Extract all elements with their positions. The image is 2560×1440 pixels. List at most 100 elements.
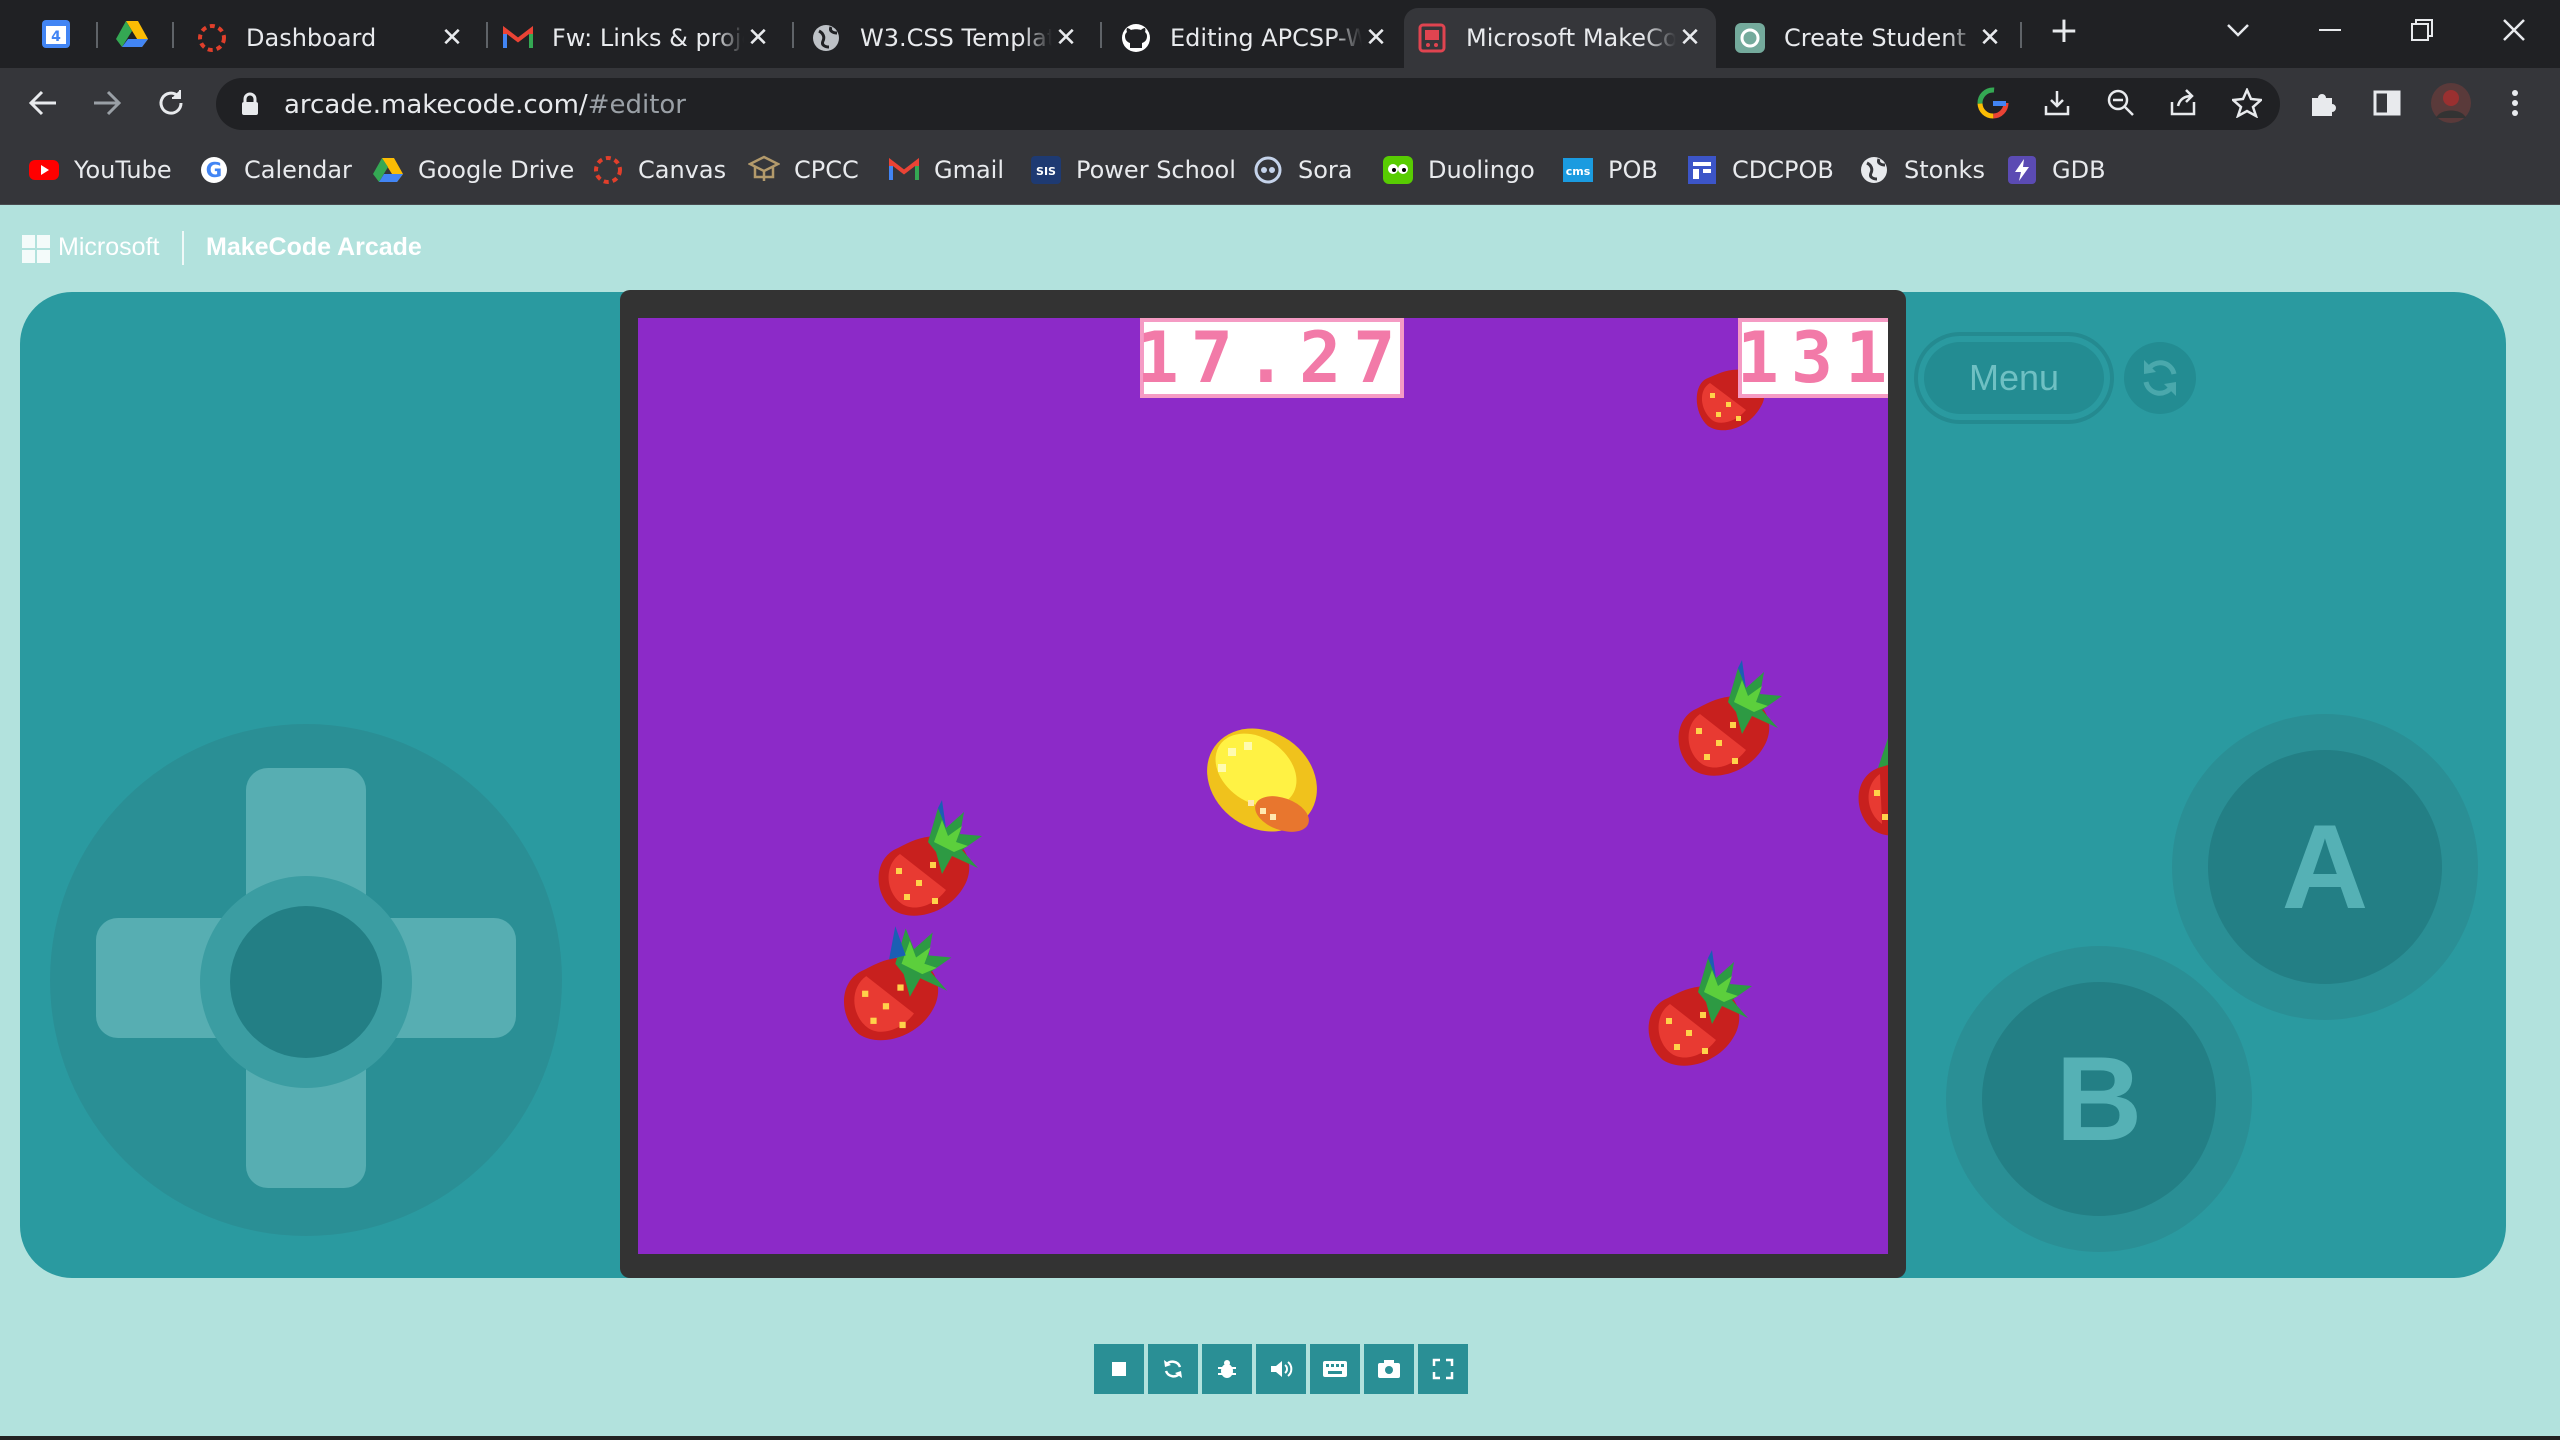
close-tab-icon[interactable]: ✕ [744,23,772,53]
google-icon: G [198,154,230,186]
tab-divider [792,22,794,48]
fullscreen-button[interactable] [1418,1344,1468,1394]
bookmark-calendar[interactable]: G Calendar [198,152,352,188]
tab-dashboard[interactable]: Dashboard ✕ [184,8,478,68]
gmail-icon [502,22,534,54]
strawberry-sprite [878,800,982,916]
bookmark-label: Sora [1298,156,1353,184]
tab-title: Fw: Links & projects [552,24,744,52]
install-app-icon[interactable] [2036,82,2078,124]
score-value: 131 [1736,318,1888,399]
globe-icon [1858,154,1890,186]
pinned-tab-drive[interactable] [112,14,152,54]
lock-icon [242,92,258,115]
close-tab-icon[interactable]: ✕ [1362,23,1390,53]
makecode-arcade-title[interactable]: MakeCode Arcade [206,233,422,262]
bookmark-power-school[interactable]: SIS Power School [1030,152,1236,188]
microsoft-logo-icon [22,235,50,263]
address-bar[interactable]: arcade.makecode.com/#editor [216,78,2280,130]
header-divider [182,231,184,265]
url-host: arcade.makecode.com/ [284,90,588,120]
bookmark-youtube[interactable]: YouTube [28,152,172,188]
tab-strip: 4 Dashboard ✕ Fw: Links & projects ✕ W3.… [0,0,2560,68]
new-tab-icon[interactable]: + [2040,10,2088,51]
tab-title: Editing APCSP-Website [1170,24,1362,52]
close-tab-icon[interactable]: ✕ [1676,23,1704,53]
close-tab-icon[interactable]: ✕ [1976,23,2004,53]
mute-button[interactable] [1256,1344,1306,1394]
bookmarks-bar: YouTube G Calendar Google Drive Canvas C… [0,138,2560,205]
bookmark-label: Stonks [1904,156,1985,184]
makecode-icon [1416,22,1448,54]
tab-gmail[interactable]: Fw: Links & projects ✕ [490,8,784,68]
stop-icon [1112,1362,1126,1376]
close-window-icon[interactable] [2490,10,2538,50]
bookmark-stonks[interactable]: Stonks [1858,152,1985,188]
microsoft-brand[interactable]: Microsoft [58,233,159,262]
bookmark-google-drive[interactable]: Google Drive [372,152,574,188]
forward-icon[interactable] [86,82,128,124]
extensions-icon[interactable] [2302,82,2344,124]
tab-title: Create Student Portfolio [1784,24,1976,52]
tab-chatgpt[interactable]: Create Student Portfolio ✕ [1722,8,2016,68]
a-button[interactable]: A [2208,750,2442,984]
back-icon[interactable] [22,82,64,124]
bookmark-label: CDCPOB [1732,156,1834,184]
bookmark-duolingo[interactable]: Duolingo [1382,152,1535,188]
bookmark-sora[interactable]: Sora [1252,152,1353,188]
bookmark-cpcc[interactable]: CPCC [748,152,859,188]
menu-button[interactable]: Menu [1924,342,2104,414]
sora-icon [1252,154,1284,186]
powerschool-badge: SIS [1036,165,1056,178]
bookmark-star-icon[interactable] [2226,82,2268,124]
tab-makecode[interactable]: Microsoft MakeCode Arcade ✕ [1404,8,1716,68]
pinned-tab-calendar[interactable]: 4 [36,14,76,54]
restart-game-button[interactable] [2124,342,2196,414]
page-bottom-edge [0,1436,2560,1440]
b-button[interactable]: B [1982,982,2216,1216]
stop-button[interactable] [1094,1344,1144,1394]
avatar[interactable] [2430,82,2472,124]
bookmark-canvas[interactable]: Canvas [592,152,726,188]
share-icon[interactable] [2162,82,2204,124]
browser-toolbar: arcade.makecode.com/#editor [0,68,2560,138]
debug-icon [1218,1360,1236,1378]
chrome-menu-icon[interactable] [2494,82,2536,124]
strawberry-sprite [1678,660,1782,776]
restart-button[interactable] [1148,1344,1198,1394]
tab-github[interactable]: Editing APCSP-Website ✕ [1108,8,1402,68]
restore-icon[interactable] [2398,10,2446,50]
calendar-day: 4 [51,29,61,45]
fullscreen-icon [1432,1358,1454,1380]
tab-search-icon[interactable] [2214,10,2262,50]
strawberry-sprite [843,926,952,1041]
bookmark-label: Duolingo [1428,156,1535,184]
side-panel-icon[interactable] [2366,82,2408,124]
reload-icon[interactable] [150,82,192,124]
tab-w3css[interactable]: W3.CSS Template ✕ [798,8,1092,68]
cms-badge: cms [1566,165,1591,178]
zoom-out-icon[interactable] [2100,82,2142,124]
tab-divider [2020,22,2022,48]
chatgpt-icon [1734,22,1766,54]
canvas-icon [592,154,624,186]
close-tab-icon[interactable]: ✕ [1052,23,1080,53]
bookmark-gdb[interactable]: GDB [2006,152,2106,188]
bookmark-label: Calendar [244,156,352,184]
minimize-icon[interactable] [2306,10,2354,50]
close-tab-icon[interactable]: ✕ [438,23,466,53]
bookmark-label: GDB [2052,156,2106,184]
google-lens-icon[interactable] [1972,82,2014,124]
keyboard-controls-button[interactable] [1310,1344,1360,1394]
bookmark-label: CPCC [794,156,859,184]
google-drive-icon [372,154,404,186]
url-text: arcade.makecode.com/#editor [284,90,686,120]
github-icon [1120,22,1152,54]
bookmark-cdcpob[interactable]: CDCPOB [1686,152,1834,188]
screenshot-button[interactable] [1364,1344,1414,1394]
screenshot-icon [1378,1360,1400,1378]
bookmark-gmail[interactable]: Gmail [888,152,1004,188]
debug-button[interactable] [1202,1344,1252,1394]
bookmark-pob[interactable]: cms POB [1562,152,1658,188]
game-screen[interactable]: 17.27 131 [638,318,1888,1254]
